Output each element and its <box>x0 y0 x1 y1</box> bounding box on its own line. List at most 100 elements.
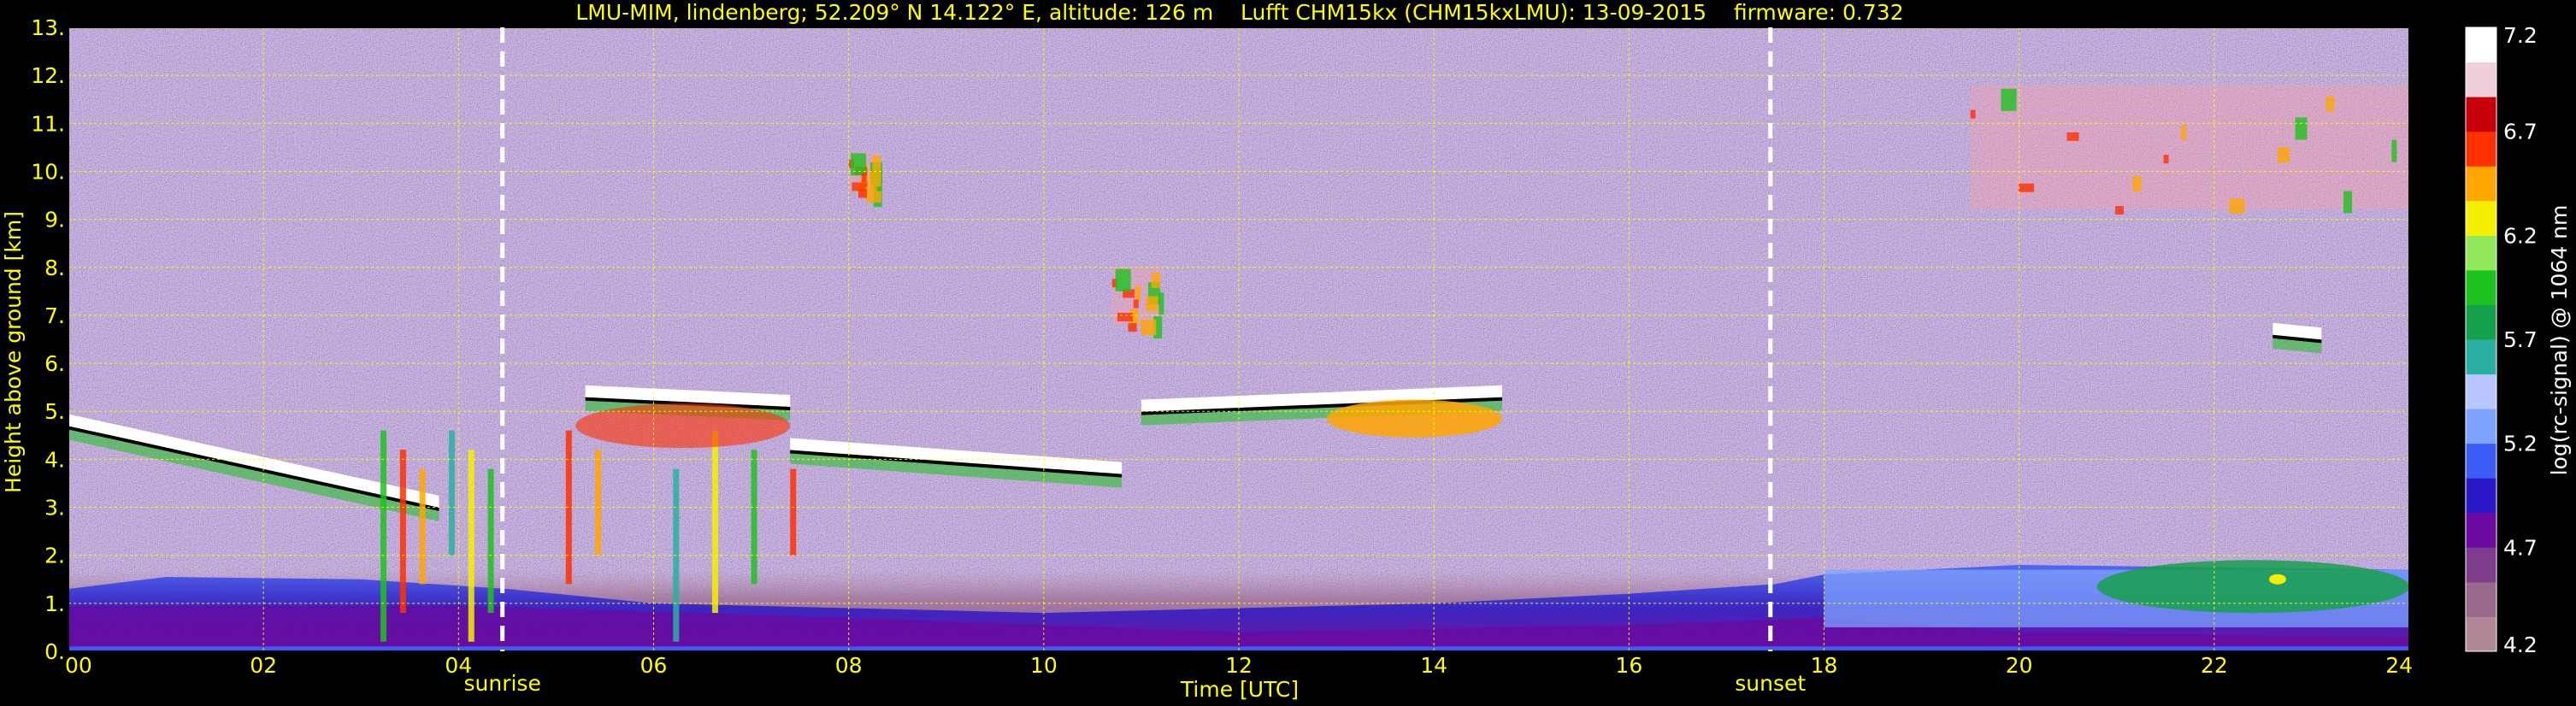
y-tick-label: 9. <box>44 208 65 232</box>
cloud-blob <box>1326 399 1503 438</box>
colorbar-segment <box>2466 97 2496 132</box>
cirrus-speck <box>2325 96 2335 112</box>
cirrus-speck <box>858 189 867 198</box>
precip-streak <box>380 430 387 642</box>
y-axis-label: Height above ground [km] <box>1 211 26 493</box>
colorbar-segment <box>2466 581 2496 617</box>
cirrus-speck <box>1970 109 1976 119</box>
colorbar-segment <box>2466 304 2496 340</box>
cirrus-speck <box>1158 292 1164 315</box>
cirrus-speck <box>2295 117 2308 140</box>
cirrus-speck <box>1115 268 1131 291</box>
cirrus-speck <box>1133 299 1139 309</box>
y-tick-label: 0. <box>44 639 65 664</box>
precip-streak <box>468 450 475 642</box>
colorbar-tick-label: 4.2 <box>2503 632 2538 657</box>
y-tick-label: 10. <box>31 159 65 184</box>
colorbar-tick-label: 5.7 <box>2503 327 2538 352</box>
cirrus-speck <box>872 156 881 172</box>
aerosol-green-patch <box>2096 560 2409 614</box>
precip-streak <box>751 450 757 585</box>
colorbar-ticks: 4.2 4.7 5.2 5.7 6.2 6.7 7.2 <box>2503 23 2538 657</box>
cirrus-speck <box>1128 323 1137 332</box>
y-tick-label: 3. <box>44 496 65 521</box>
cirrus-speck <box>1146 296 1158 312</box>
precip-streak <box>399 450 406 614</box>
y-tick-label: 4. <box>44 447 65 472</box>
cirrus-speck <box>851 153 867 176</box>
x-axis-ticks: 00 02 04 06 08 10 12 14 16 18 20 22 24 <box>65 653 2413 678</box>
cirrus-speck <box>2066 132 2079 141</box>
y-tick-label: 7. <box>44 303 65 328</box>
colorbar-segment <box>2466 409 2496 444</box>
cirrus-speck <box>2001 88 2017 111</box>
y-tick-label: 1. <box>44 591 65 616</box>
y-tick-label: 5. <box>44 399 65 424</box>
colorbar-segment <box>2466 374 2496 409</box>
colorbar-segment <box>2466 200 2496 236</box>
x-tick-label: 06 <box>640 653 668 678</box>
x-tick-label: 10 <box>1030 653 1058 678</box>
colorbar-segment <box>2466 478 2496 514</box>
event-label: sunset <box>1735 671 1806 696</box>
colorbar-tick-label: 5.2 <box>2503 432 2538 456</box>
cloud-layer <box>2272 322 2322 354</box>
colorbar-segment <box>2466 27 2496 63</box>
colorbar-tick-label: 6.2 <box>2503 223 2538 248</box>
cirrus-speck <box>1117 313 1133 322</box>
colorbar-segment <box>2466 269 2496 305</box>
y-tick-label: 6. <box>44 351 65 376</box>
colorbar-segment <box>2466 616 2496 652</box>
x-tick-label: 22 <box>2201 653 2228 678</box>
cirrus-speck <box>1141 320 1157 336</box>
colorbar-segment <box>2466 443 2496 479</box>
cirrus-speck <box>869 171 881 187</box>
ceilometer-plot: sunrise sunset 00 02 04 06 08 10 12 14 16 18 20 22 24… <box>1 0 2572 702</box>
colorbar-segment <box>2466 512 2496 548</box>
precip-streak <box>448 430 455 556</box>
y-tick-label: 8. <box>44 256 65 280</box>
cirrus-speck <box>2163 155 2169 164</box>
x-tick-label: 14 <box>1420 653 1447 678</box>
cirrus-speck <box>2277 147 2290 163</box>
cirrus-cloud <box>1970 85 2409 215</box>
cirrus-speck <box>2229 198 2245 215</box>
aerosol-yellow-spot <box>2268 574 2286 585</box>
x-tick-label: 18 <box>1811 653 1838 678</box>
colorbar <box>2465 26 2497 652</box>
cirrus-speck <box>2391 139 2397 162</box>
cirrus-speck <box>1151 272 1160 288</box>
y-axis-ticks: 0. 1. 2. 3. 4. 5. 6. 7. 8. 9. 10. 11. 12. 13. <box>31 15 65 664</box>
colorbar-segment <box>2466 62 2496 97</box>
x-tick-label: 08 <box>835 653 863 678</box>
x-axis-label: Time [UTC] <box>1180 677 1299 702</box>
precip-streak <box>595 450 602 556</box>
cloud-blob <box>575 403 791 449</box>
cirrus-speck <box>861 174 867 183</box>
colorbar-tick-label: 4.7 <box>2503 535 2538 560</box>
precip-streak <box>487 468 494 614</box>
x-tick-label: 00 <box>65 653 92 678</box>
precip-streak <box>711 430 718 614</box>
precip-streak <box>790 468 797 556</box>
x-tick-label: 20 <box>2006 653 2033 678</box>
colorbar-segment <box>2466 339 2496 375</box>
event-label: sunrise <box>463 671 540 696</box>
y-tick-label: 13. <box>31 15 65 40</box>
colorbar-segment <box>2466 235 2496 271</box>
x-tick-label: 12 <box>1225 653 1253 678</box>
colorbar-segment <box>2466 547 2496 583</box>
cirrus-speck <box>1135 285 1141 302</box>
colorbar-label: log(rc-signal) @ 1064 nm <box>2547 205 2572 476</box>
cirrus-speck <box>2181 125 2187 141</box>
cirrus-speck <box>2115 206 2125 215</box>
precip-streak <box>419 468 426 585</box>
colorbar-tick-label: 6.7 <box>2503 120 2538 144</box>
y-tick-label: 2. <box>44 544 65 568</box>
colorbar-segment <box>2466 166 2496 202</box>
chart-title: LMU-MIM, lindenberg; 52.209° N 14.122° E… <box>575 0 1903 25</box>
x-tick-label: 24 <box>2385 653 2413 678</box>
x-tick-label: 02 <box>250 653 277 678</box>
cirrus-speck <box>2019 183 2035 192</box>
cirrus-speck <box>2132 175 2142 191</box>
